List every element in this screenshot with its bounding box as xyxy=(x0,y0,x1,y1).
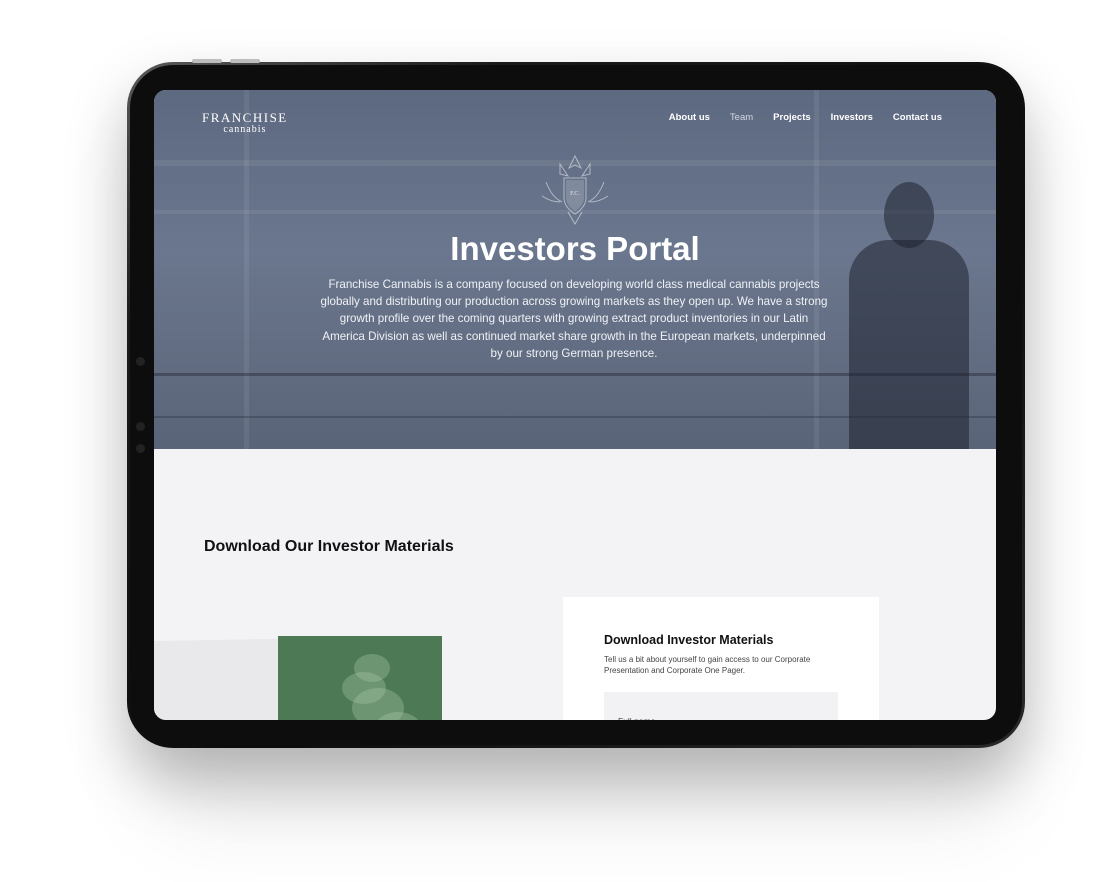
nav-projects[interactable]: Projects xyxy=(773,112,811,123)
brand-logo[interactable]: FRANCHISE cannabis xyxy=(202,111,288,135)
volume-button xyxy=(192,59,222,63)
background-pillar xyxy=(814,90,819,449)
download-form-card: Download Investor Materials Tell us a bi… xyxy=(563,597,879,720)
nav-contact-us[interactable]: Contact us xyxy=(893,112,942,123)
tablet-screen: FRANCHISE cannabis About us Team Project… xyxy=(154,90,996,720)
brand-name-top: FRANCHISE xyxy=(202,110,288,125)
side-sensor xyxy=(136,357,145,366)
main-nav: About us Team Projects Investors Contact… xyxy=(669,112,942,123)
crest-text: F.C. xyxy=(570,191,580,197)
brochure-cover-green xyxy=(278,636,442,720)
form-description: Tell us a bit about yourself to gain acc… xyxy=(604,655,811,675)
businessman-silhouette xyxy=(849,240,969,449)
power-button xyxy=(230,59,260,63)
full-name-input[interactable] xyxy=(604,692,838,720)
form-title: Download Investor Materials xyxy=(604,633,774,647)
materials-section-title: Download Our Investor Materials xyxy=(204,538,454,555)
crest-emblem-icon: F.C. xyxy=(541,154,609,225)
nav-investors[interactable]: Investors xyxy=(831,112,873,123)
side-sensor xyxy=(136,444,145,453)
side-sensor xyxy=(136,422,145,431)
brochure-cover-white xyxy=(154,638,285,720)
hero-section: FRANCHISE cannabis About us Team Project… xyxy=(154,90,996,449)
cannabis-plant-icon xyxy=(342,654,418,720)
hero-description: Franchise Cannabis is a company focused … xyxy=(320,278,828,360)
page-title: Investors Portal xyxy=(450,230,700,267)
brand-name-bottom: cannabis xyxy=(223,124,267,135)
nav-about-us[interactable]: About us xyxy=(669,112,710,123)
nav-team[interactable]: Team xyxy=(730,112,753,123)
background-pillar xyxy=(244,90,249,449)
